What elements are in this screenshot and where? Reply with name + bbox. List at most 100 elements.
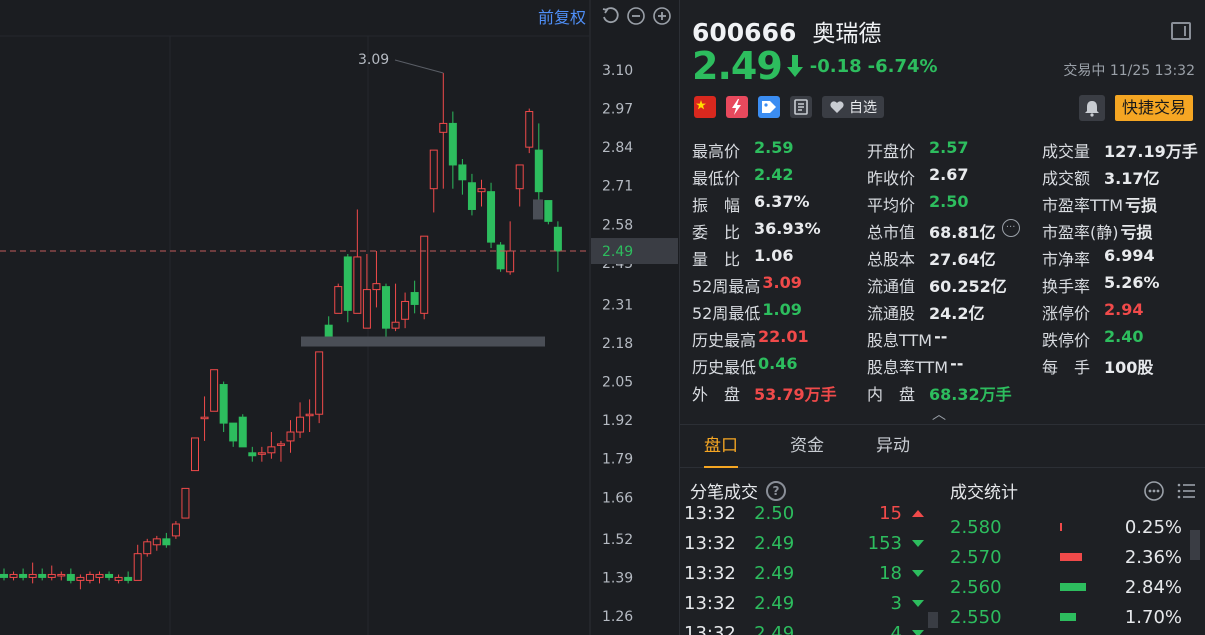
help-icon[interactable]: ? [766, 480, 786, 501]
favorite-label: 自选 [849, 100, 877, 116]
reset-icon[interactable] [600, 6, 620, 26]
stat-cell: 振 幅 6.37% [692, 192, 867, 216]
stat-label: 市净率 [1042, 249, 1091, 269]
price-row: 2.49 -0.18 -6.74% [692, 44, 938, 88]
stat-label: 历史最低 [692, 357, 757, 377]
more-icon[interactable] [1143, 480, 1165, 502]
candle-body [219, 384, 228, 424]
stat-cell: 量 比 1.06 [692, 246, 867, 270]
kline-chart[interactable]: 3.102.972.842.712.582.452.312.182.051.92… [0, 0, 678, 635]
candle-body [200, 416, 209, 420]
candle-body [525, 111, 534, 148]
stat-cell: 市盈率(静) 亏损 [1042, 219, 1202, 243]
stat-label: 昨收价 [867, 168, 916, 188]
stock-header: 600666 奥瑞德 [692, 14, 881, 48]
more-icon[interactable]: ··· [1001, 218, 1020, 237]
dist-price: 2.550 [950, 606, 1002, 628]
add-favorite-button[interactable]: 自选 [822, 96, 884, 118]
stat-label: 52周最低 [692, 303, 761, 323]
candle-body [114, 576, 123, 581]
stat-label: 内 盘 [867, 384, 916, 404]
candle-body [477, 188, 486, 193]
stock-name: 奥瑞德 [812, 21, 882, 47]
candle-body [181, 487, 190, 519]
tag-label-icon[interactable] [758, 96, 780, 118]
candle-body [95, 573, 104, 578]
stat-row: 历史最低 0.46 股息率TTM -- 每 手 100股 [692, 352, 1202, 379]
tick-price: 2.49 [754, 622, 795, 635]
stat-value: 2.67 [929, 164, 969, 184]
candle-body [47, 573, 56, 578]
dist-price: 2.580 [950, 516, 1002, 538]
dist-bar [1060, 613, 1076, 621]
selection-band [301, 336, 545, 347]
candle-body [76, 576, 85, 581]
dist-header: 成交统计 [950, 478, 1018, 503]
stat-label: 涨停价 [1042, 303, 1091, 323]
stat-cell: 历史最低 0.46 [692, 354, 867, 378]
stat-label: 流通值 [867, 276, 916, 296]
fq-adjust-toggle[interactable]: 前复权 [538, 4, 586, 28]
candle-body [372, 283, 381, 291]
tick-row: 13:32 2.49 18 [684, 558, 924, 588]
kline-chart-pane[interactable]: 3.102.972.842.712.582.452.312.182.051.92… [0, 0, 678, 635]
list-menu-icon[interactable] [1175, 480, 1197, 502]
candle-body [152, 538, 161, 546]
stat-label: 股息TTM [867, 330, 933, 350]
price-axis-label: 2.58 [602, 217, 633, 233]
candle-body [382, 286, 390, 329]
price-alert-button[interactable] [1079, 95, 1105, 121]
dist-scrollbar[interactable] [1190, 530, 1200, 560]
tab-zijin[interactable]: 资金 [790, 424, 824, 468]
tick-time: 13:32 [684, 562, 736, 584]
price-axis-label: 1.79 [602, 452, 633, 468]
stat-label: 历史最高 [692, 330, 757, 350]
stat-cell: 历史最高 22.01 [692, 327, 867, 351]
stat-label: 总市值 [867, 222, 916, 242]
zoom-in-icon[interactable] [652, 6, 672, 26]
heart-icon [830, 101, 844, 113]
stat-value: 2.94 [1104, 299, 1144, 319]
tab-yidong[interactable]: 异动 [876, 424, 910, 468]
stock-code: 600666 [692, 18, 797, 47]
candle-body [420, 235, 429, 314]
stat-label: 委 比 [692, 222, 741, 242]
dist-price: 2.560 [950, 576, 1002, 598]
stat-row: 最高价 2.59 开盘价 2.57 成交量 127.19万手 [692, 136, 1202, 163]
triangle-down-icon [912, 539, 924, 547]
candle-body [429, 149, 438, 190]
zoom-out-icon[interactable] [626, 6, 646, 26]
stat-cell: 成交量 127.19万手 [1042, 138, 1202, 162]
tick-price: 2.49 [754, 532, 795, 554]
candle-body [28, 573, 37, 578]
candle-body [334, 286, 343, 314]
stat-cell: 流通股 24.2亿 [867, 300, 1042, 324]
stat-label: 外 盘 [692, 384, 741, 404]
stat-cell: 开盘价 2.57 [867, 138, 1042, 162]
tick-volume: 4 [890, 622, 902, 635]
margin-trading-icon[interactable] [726, 96, 748, 118]
notes-icon[interactable] [790, 96, 812, 118]
china-flag-icon[interactable] [694, 96, 716, 118]
stat-cell: 内 盘 68.32万手 [867, 381, 1042, 405]
stat-label: 平均价 [867, 195, 916, 215]
stat-cell: 成交额 3.17亿 [1042, 165, 1202, 189]
candle-body [286, 431, 295, 442]
stat-row: 52周最低 1.09 流通股 24.2亿 涨停价 2.94 [692, 298, 1202, 325]
current-price: 2.49 [692, 44, 783, 88]
stat-label: 52周最高 [692, 276, 761, 296]
volume-distribution-list[interactable]: 2.580 0.25% 2.570 2.36% 2.560 2.84% 2.55… [942, 506, 1190, 635]
tick-trades-list[interactable]: 13:32 2.50 15 13:32 2.49 153 13:32 2.49 … [680, 506, 930, 635]
candle-body [162, 538, 171, 546]
stat-cell: 市净率 6.994 [1042, 246, 1202, 270]
layout-toggle-icon[interactable] [1171, 22, 1191, 40]
ticks-scrollbar[interactable] [928, 612, 938, 628]
tab-pankou[interactable]: 盘口 [704, 424, 738, 468]
candle-body [296, 416, 305, 433]
tick-time: 13:32 [684, 622, 736, 635]
price-axis-label: 2.71 [602, 179, 633, 195]
chevron-up-icon[interactable]: ︿ [932, 404, 946, 424]
quick-trade-button[interactable]: 快捷交易 [1114, 95, 1193, 121]
stat-value: 1.06 [754, 245, 794, 265]
price-axis-label: 1.39 [602, 570, 633, 586]
